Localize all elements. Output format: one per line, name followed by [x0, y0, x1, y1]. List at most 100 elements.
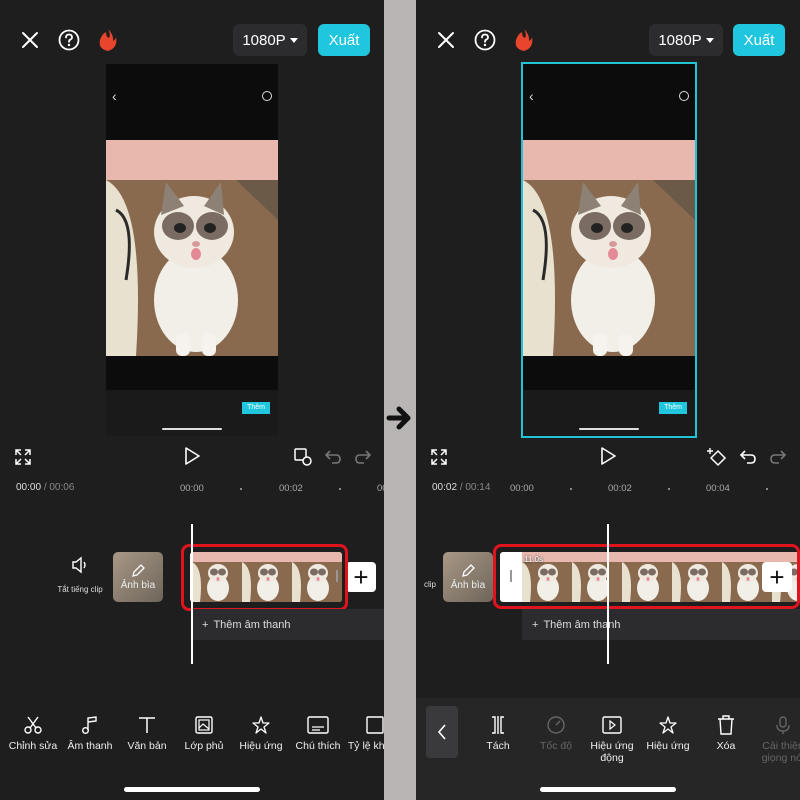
- tool-audio[interactable]: Âm thanh: [60, 714, 120, 752]
- tool-label: Hiệu ứng động: [590, 740, 634, 764]
- fullscreen-icon[interactable]: [12, 446, 34, 468]
- plus-icon: +: [532, 618, 539, 631]
- undo-icon[interactable]: [322, 446, 344, 468]
- editor-panel-before: 1080P Xuất ‹ Thêm 00:00 / 00:06 00:00 00…: [0, 0, 384, 800]
- cat-photo: [523, 140, 695, 356]
- tool-label: Tách: [486, 740, 510, 752]
- tool-voice-enhance[interactable]: Cải thiện giọng nói: [753, 714, 800, 764]
- tool-split[interactable]: Tách: [468, 714, 528, 752]
- tool-effects[interactable]: Hiệu ứng: [638, 714, 698, 752]
- ruler-tick: 00:02: [608, 483, 632, 494]
- highlight-box: [181, 544, 348, 611]
- flame-icon[interactable]: [92, 24, 124, 56]
- add-clip-button[interactable]: +: [346, 562, 376, 592]
- tool-label: Lớp phủ: [184, 740, 224, 752]
- caption-icon: [307, 714, 329, 736]
- cover-label: Ảnh bìa: [120, 579, 156, 591]
- resolution-value: 1080P: [242, 31, 286, 49]
- add-audio-row[interactable]: + Thêm âm thanh: [522, 609, 800, 640]
- tool-effects[interactable]: Hiệu ứng: [231, 714, 291, 752]
- pencil-icon: [462, 563, 475, 577]
- aspect-ratio-icon: [364, 714, 384, 736]
- redo-icon[interactable]: [352, 446, 374, 468]
- resolution-dropdown[interactable]: 1080P: [649, 24, 723, 56]
- divider: [384, 0, 416, 800]
- editor-panel-after: 1080P Xuất ‹ Thêm 00:02 / 00:14 00:00 00…: [416, 0, 800, 800]
- preview-back-icon: ‹: [529, 88, 534, 104]
- tool-label: Hiệu ứng: [239, 740, 283, 752]
- fullscreen-icon[interactable]: [428, 446, 450, 468]
- mute-clip-button[interactable]: Tắt tiếng clip: [50, 556, 110, 594]
- video-preview[interactable]: ‹ Thêm: [106, 64, 278, 436]
- preview-back-icon: ‹: [112, 88, 117, 104]
- total-time: / 00:06: [43, 482, 75, 493]
- tool-delete[interactable]: Xóa: [696, 714, 756, 752]
- tool-label: Tốc độ: [539, 740, 573, 752]
- plus-icon: +: [202, 618, 209, 631]
- preview-add-button: Thêm: [242, 402, 270, 414]
- tool-caption[interactable]: Chú thích: [288, 714, 348, 752]
- ruler-tick: 00:02: [279, 483, 303, 494]
- add-audio-row[interactable]: + Thêm âm thanh: [192, 609, 384, 640]
- preview-home-indicator: [579, 428, 639, 430]
- play-icon[interactable]: [181, 445, 203, 467]
- text-icon: [136, 714, 158, 736]
- video-preview[interactable]: ‹ Thêm: [521, 62, 697, 438]
- tool-speed[interactable]: Tốc độ: [526, 714, 586, 752]
- close-icon[interactable]: [430, 24, 462, 56]
- current-time: 00:00: [16, 482, 42, 493]
- ruler-dot: [766, 488, 768, 490]
- help-icon[interactable]: [469, 24, 501, 56]
- play-icon[interactable]: [597, 445, 619, 467]
- export-button[interactable]: Xuất: [318, 24, 370, 56]
- toolbar-back-button[interactable]: [426, 706, 458, 758]
- current-time: 00:02: [432, 482, 458, 493]
- help-icon[interactable]: [53, 24, 85, 56]
- resolution-value: 1080P: [658, 31, 702, 49]
- speaker-icon: [72, 556, 86, 574]
- add-keyframe-icon[interactable]: [706, 446, 728, 468]
- home-indicator: [540, 787, 676, 792]
- speed-icon: [545, 714, 567, 736]
- ruler-tick: 00:00: [510, 483, 534, 494]
- cover-button[interactable]: Ảnh bìa: [113, 552, 163, 602]
- export-button[interactable]: Xuất: [733, 24, 785, 56]
- cover-button[interactable]: Ảnh bìa: [443, 552, 493, 602]
- preview-circle-icon: [262, 91, 272, 101]
- scissors-icon: [22, 714, 44, 736]
- music-note-icon: [79, 714, 101, 736]
- tool-label: Xóa: [716, 740, 736, 752]
- ruler-dot: [240, 488, 242, 490]
- tool-motion-effect[interactable]: Hiệu ứng động: [582, 714, 642, 764]
- ruler-dot: [570, 488, 572, 490]
- add-audio-label: Thêm âm thanh: [213, 618, 291, 631]
- ruler-dot: [339, 488, 341, 490]
- bottom-toolbar: Chỉnh sửa Âm thanh Văn bản Lớp phủ Hiệu …: [0, 698, 384, 800]
- tool-overlay[interactable]: Lớp phủ: [174, 714, 234, 752]
- close-icon[interactable]: [14, 24, 46, 56]
- redo-icon[interactable]: [767, 446, 789, 468]
- tool-label: Tỷ lệ khung: [347, 740, 384, 752]
- tool-edit[interactable]: Chỉnh sửa: [3, 714, 63, 752]
- preview-home-indicator: [162, 428, 222, 430]
- voice-enhance-icon: [772, 714, 794, 736]
- arrow-right-icon: [386, 404, 414, 432]
- mute-clip-label: Tắt tiếng clip: [57, 585, 103, 594]
- tool-aspect-ratio[interactable]: Tỷ lệ khung: [345, 714, 384, 752]
- playhead[interactable]: [607, 524, 609, 664]
- playhead[interactable]: [191, 524, 193, 664]
- ruler-tick: 00:04: [706, 483, 730, 494]
- tool-label: Chú thích: [295, 740, 341, 752]
- flame-icon[interactable]: [508, 24, 540, 56]
- cover-label: Ảnh bìa: [450, 579, 486, 591]
- sparkle-star-icon: [250, 714, 272, 736]
- tool-label: Hiệu ứng: [646, 740, 690, 752]
- resolution-dropdown[interactable]: 1080P: [233, 24, 307, 56]
- tool-text[interactable]: Văn bản: [117, 714, 177, 752]
- chevron-left-icon: [437, 724, 446, 740]
- undo-icon[interactable]: [737, 446, 759, 468]
- trash-icon: [715, 714, 737, 736]
- overlay-icon: [193, 714, 215, 736]
- tool-label: Cải thiện giọng nói: [761, 740, 800, 764]
- keyframe-icon[interactable]: [292, 446, 314, 468]
